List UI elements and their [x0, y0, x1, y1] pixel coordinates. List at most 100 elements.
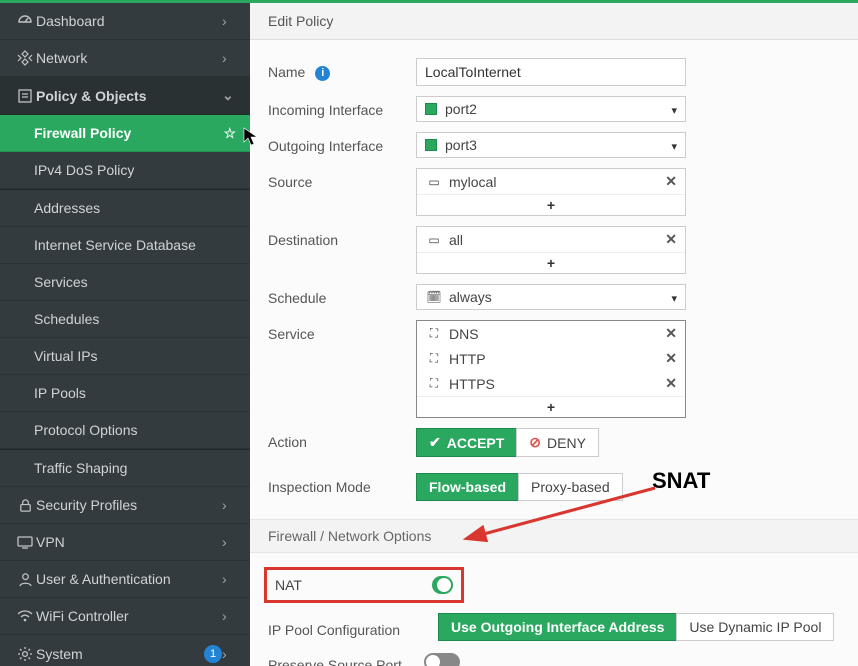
action-toggle: ✔ ACCEPT ⊘ DENY	[416, 428, 599, 457]
remove-icon[interactable]: ✕	[665, 375, 677, 392]
dashboard-icon	[14, 13, 36, 29]
nat-label: NAT	[275, 577, 302, 593]
chevron-right-icon: ›	[222, 534, 236, 550]
schedule-select[interactable]: 🗓 always	[416, 284, 686, 310]
inspection-mode-label: Inspection Mode	[268, 473, 416, 495]
main-panel: Edit Policy Name i Incoming Interface po…	[250, 0, 858, 666]
sidebar-item-wifi[interactable]: WiFi Controller ›	[0, 598, 250, 635]
sidebar-item-label: Internet Service Database	[34, 237, 236, 253]
action-deny-button[interactable]: ⊘ DENY	[516, 428, 599, 457]
star-icon[interactable]: ☆	[223, 125, 236, 142]
user-icon	[14, 572, 36, 587]
sidebar-item-virtual-ips[interactable]: Virtual IPs	[0, 338, 250, 375]
sidebar-item-addresses[interactable]: Addresses	[0, 190, 250, 227]
sidebar-item-label: Dashboard	[36, 13, 222, 29]
sidebar-item-system[interactable]: System 1 ›	[0, 635, 250, 666]
chevron-down-icon: ⌄	[222, 87, 236, 104]
notification-badge: 1	[204, 645, 222, 663]
inspection-proxy-button[interactable]: Proxy-based	[518, 473, 623, 501]
action-accept-button[interactable]: ✔ ACCEPT	[416, 428, 517, 457]
sidebar-item-services[interactable]: Services	[0, 264, 250, 301]
sidebar-item-isdb[interactable]: Internet Service Database	[0, 227, 250, 264]
service-icon: ⛶	[425, 326, 443, 341]
ippool-label: IP Pool Configuration	[268, 616, 438, 638]
action-label: Action	[268, 428, 416, 450]
sidebar-item-label: Firewall Policy	[34, 125, 236, 141]
nat-toggle[interactable]	[432, 576, 453, 594]
sidebar-item-dashboard[interactable]: Dashboard ›	[0, 3, 250, 40]
sidebar-item-ipv4-dos[interactable]: IPv4 DoS Policy	[0, 152, 250, 189]
add-destination-button[interactable]: +	[417, 252, 685, 273]
caret-down-icon	[671, 137, 677, 153]
check-icon: ✔	[429, 434, 441, 451]
ippool-outgoing-button[interactable]: Use Outgoing Interface Address	[438, 613, 677, 641]
incoming-interface-value: port2	[445, 101, 477, 117]
policy-icon	[14, 88, 36, 104]
outgoing-interface-label: Outgoing Interface	[268, 132, 416, 154]
source-label: Source	[268, 168, 416, 190]
ippool-toggle: Use Outgoing Interface Address Use Dynam…	[438, 613, 834, 641]
schedule-label: Schedule	[268, 284, 416, 306]
destination-select[interactable]: ▭ all ✕ +	[416, 226, 686, 274]
sidebar: Dashboard › Network › Policy & Objects ⌄…	[0, 0, 250, 666]
preserve-port-label: Preserve Source Port	[268, 651, 424, 666]
schedule-icon: 🗓	[425, 290, 443, 304]
sidebar-item-traffic-shaping[interactable]: Traffic Shaping	[0, 450, 250, 487]
service-item: HTTPS	[449, 376, 495, 392]
sidebar-item-security-profiles[interactable]: Security Profiles ›	[0, 487, 250, 524]
interface-swatch-icon	[425, 103, 437, 115]
info-icon[interactable]: i	[315, 66, 330, 81]
sidebar-item-label: Protocol Options	[34, 422, 236, 438]
sidebar-item-label: Addresses	[34, 200, 236, 216]
chevron-right-icon: ›	[222, 50, 236, 66]
sidebar-item-ip-pools[interactable]: IP Pools	[0, 375, 250, 412]
sidebar-item-label: IPv4 DoS Policy	[34, 162, 236, 178]
add-source-button[interactable]: +	[417, 194, 685, 215]
sidebar-item-firewall-policy[interactable]: Firewall Policy ☆	[0, 115, 250, 152]
service-icon: ⛶	[425, 376, 443, 391]
network-options-header: Firewall / Network Options	[250, 519, 858, 553]
inspection-toggle: Flow-based Proxy-based	[416, 473, 623, 501]
schedule-value: always	[449, 289, 492, 305]
add-service-button[interactable]: +	[417, 396, 685, 417]
service-select[interactable]: ⛶ DNS ✕ ⛶ HTTP ✕ ⛶ HTTPS ✕ +	[416, 320, 686, 418]
sidebar-item-label: Security Profiles	[36, 497, 222, 513]
caret-down-icon	[671, 289, 677, 305]
inspection-flow-button[interactable]: Flow-based	[416, 473, 519, 501]
lock-icon	[14, 498, 36, 513]
sidebar-item-label: User & Authentication	[36, 571, 222, 587]
sidebar-item-label: VPN	[36, 534, 222, 550]
remove-icon[interactable]: ✕	[665, 173, 677, 190]
sidebar-item-label: Policy & Objects	[36, 88, 222, 104]
name-label: Name i	[268, 58, 416, 81]
chevron-right-icon: ›	[222, 13, 236, 29]
gear-icon	[14, 646, 36, 662]
service-item: HTTP	[449, 351, 486, 367]
sidebar-item-label: IP Pools	[34, 385, 236, 401]
sidebar-item-schedules[interactable]: Schedules	[0, 301, 250, 338]
chevron-right-icon: ›	[222, 497, 236, 513]
sidebar-item-protocol-options[interactable]: Protocol Options	[0, 412, 250, 449]
vpn-icon	[14, 535, 36, 549]
service-item: DNS	[449, 326, 479, 342]
sidebar-item-vpn[interactable]: VPN ›	[0, 524, 250, 561]
service-icon: ⛶	[425, 351, 443, 366]
outgoing-interface-value: port3	[445, 137, 477, 153]
ippool-dynamic-button[interactable]: Use Dynamic IP Pool	[676, 613, 834, 641]
sidebar-item-user-auth[interactable]: User & Authentication ›	[0, 561, 250, 598]
sidebar-item-policy-objects[interactable]: Policy & Objects ⌄	[0, 77, 250, 115]
source-select[interactable]: ▭ mylocal ✕ +	[416, 168, 686, 216]
sidebar-item-label: Virtual IPs	[34, 348, 236, 364]
remove-icon[interactable]: ✕	[665, 231, 677, 248]
remove-icon[interactable]: ✕	[665, 350, 677, 367]
sidebar-item-label: Schedules	[34, 311, 236, 327]
outgoing-interface-select[interactable]: port3	[416, 132, 686, 158]
remove-icon[interactable]: ✕	[665, 325, 677, 342]
name-input[interactable]	[416, 58, 686, 86]
sidebar-item-label: Network	[36, 50, 222, 66]
caret-down-icon	[671, 101, 677, 117]
address-icon: ▭	[425, 233, 443, 247]
preserve-port-toggle[interactable]	[424, 653, 460, 666]
incoming-interface-select[interactable]: port2	[416, 96, 686, 122]
sidebar-item-network[interactable]: Network ›	[0, 40, 250, 77]
